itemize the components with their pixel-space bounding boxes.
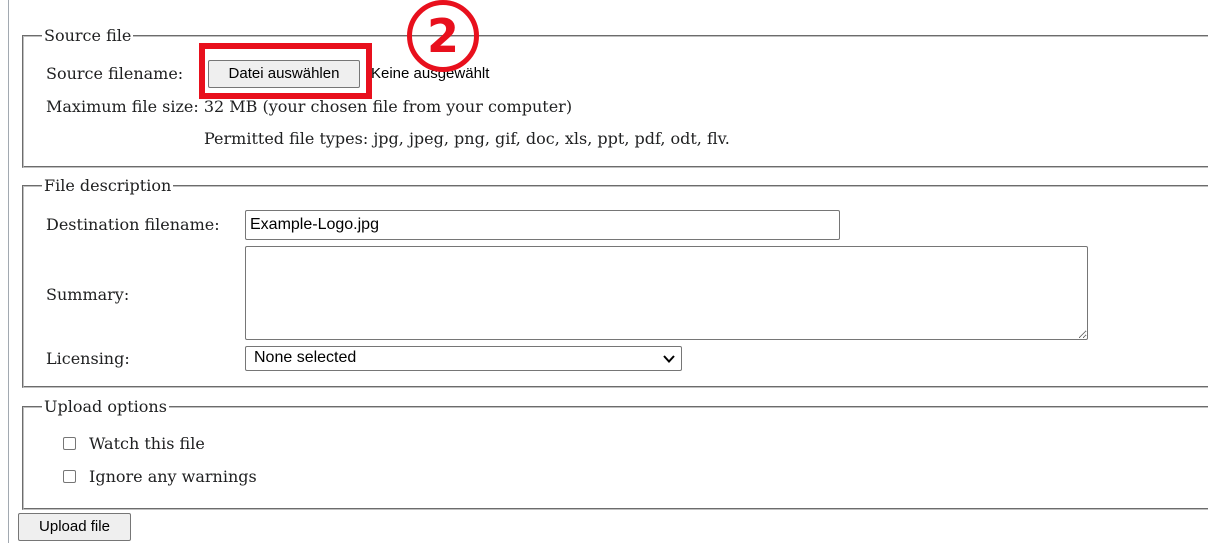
ignore-warnings-label[interactable]: Ignore any warnings — [89, 467, 257, 486]
watch-file-label[interactable]: Watch this file — [89, 434, 205, 453]
max-file-size-text: Maximum file size: 32 MB (your chosen fi… — [46, 97, 573, 116]
destination-filename-label: Destination filename: — [46, 215, 220, 234]
watch-file-checkbox[interactable] — [63, 437, 76, 450]
page-left-border — [8, 0, 9, 543]
annotation-step-number: 2 — [407, 0, 479, 72]
summary-textarea[interactable] — [245, 246, 1088, 340]
summary-label: Summary: — [46, 285, 130, 304]
permitted-file-types-text: Permitted file types: jpg, jpeg, png, gi… — [204, 129, 730, 148]
source-filename-label: Source filename: — [46, 64, 184, 83]
licensing-label: Licensing: — [46, 349, 130, 368]
source-file-legend: Source file — [44, 26, 132, 45]
upload-options-fieldset: Upload options — [22, 397, 1208, 510]
chevron-down-icon — [663, 355, 675, 363]
upload-file-button[interactable]: Upload file — [18, 513, 131, 541]
licensing-selected-value: None selected — [254, 349, 357, 366]
ignore-warnings-checkbox[interactable] — [63, 470, 76, 483]
licensing-select[interactable]: None selected — [245, 346, 682, 371]
file-description-legend: File description — [44, 176, 172, 195]
upload-options-legend: Upload options — [44, 397, 167, 416]
destination-filename-input[interactable] — [245, 210, 840, 240]
annotation-highlight-box — [199, 43, 372, 99]
